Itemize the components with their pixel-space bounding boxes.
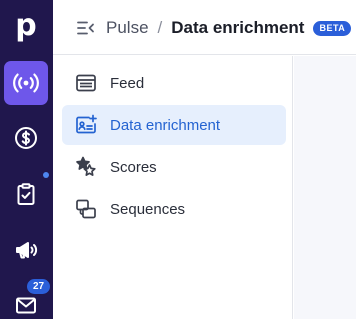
mail-count-badge: 27 xyxy=(27,279,50,294)
breadcrumb-separator: / xyxy=(157,18,163,37)
menu-item-feed[interactable]: Feed xyxy=(62,63,286,103)
stars-icon xyxy=(73,154,99,180)
feed-icon xyxy=(73,70,99,96)
menu-item-data-enrichment[interactable]: Data enrichment xyxy=(62,105,286,145)
collapse-menu-button[interactable] xyxy=(74,16,98,40)
menu-item-label: Feed xyxy=(110,74,145,92)
clipboard-check-icon xyxy=(17,183,35,205)
menu-item-label: Scores xyxy=(110,158,157,176)
broadcast-icon xyxy=(13,73,39,93)
notification-dot xyxy=(43,172,49,178)
rail-item-campaigns[interactable] xyxy=(4,228,48,272)
pulse-section-menu: Feed Data enrichment Scores Sequences xyxy=(53,56,293,319)
sequences-icon xyxy=(73,196,99,222)
app-nav-rail: p 27 xyxy=(0,0,53,319)
menu-item-sequences[interactable]: Sequences xyxy=(62,189,286,229)
enrichment-card-icon xyxy=(73,112,99,138)
breadcrumb: Pulse / Data enrichment BETA xyxy=(106,16,352,40)
rail-item-tasks[interactable] xyxy=(4,172,48,216)
logo-letter-icon: p xyxy=(15,8,37,43)
page-title: Data enrichment xyxy=(171,18,305,37)
mail-icon xyxy=(16,297,36,314)
dollar-icon xyxy=(15,127,37,149)
collapse-menu-icon xyxy=(77,21,94,35)
pipedrive-logo[interactable]: p xyxy=(4,4,48,48)
menu-item-label: Data enrichment xyxy=(110,116,221,134)
rail-item-pulse[interactable] xyxy=(4,61,48,105)
main-content xyxy=(294,56,356,319)
beta-badge: BETA xyxy=(313,20,352,36)
megaphone-icon xyxy=(16,242,38,259)
menu-item-label: Sequences xyxy=(110,200,186,218)
breadcrumb-parent-link[interactable]: Pulse xyxy=(106,18,149,38)
menu-item-scores[interactable]: Scores xyxy=(62,147,286,187)
page-header: Pulse / Data enrichment BETA xyxy=(53,0,356,55)
rail-item-deals[interactable] xyxy=(4,116,48,160)
